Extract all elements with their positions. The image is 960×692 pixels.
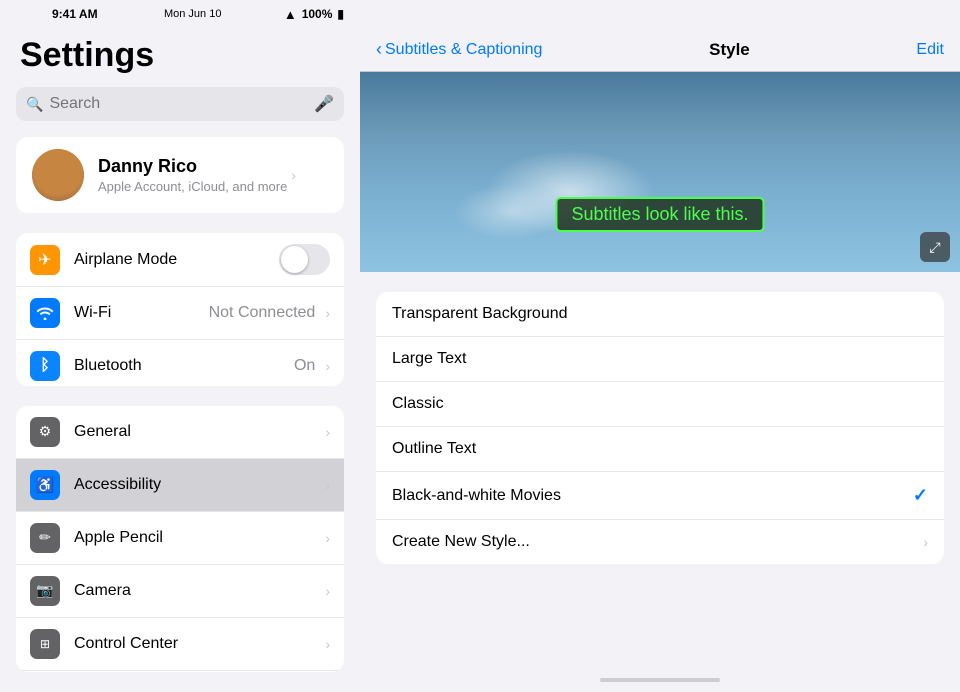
controlcenter-chevron: ›: [325, 636, 330, 652]
avatar-face: [32, 149, 84, 201]
profile-name: Danny Rico: [98, 156, 287, 177]
controlcenter-icon: ⊞: [30, 629, 60, 659]
profile-info: Danny Rico Apple Account, iCloud, and mo…: [98, 156, 287, 194]
nav-bar: ‹ Subtitles & Captioning Style Edit: [360, 28, 960, 72]
bluetooth-icon: ᛒ: [30, 351, 60, 381]
style-row-bwmovies[interactable]: Black-and-white Movies ✓: [376, 472, 944, 520]
settings-group-general: ⚙ General › ♿ Accessibility › ✏ Apple Pe…: [16, 406, 344, 672]
sidebar-item-general[interactable]: ⚙ General ›: [16, 406, 344, 459]
style-options-group: Transparent Background Large Text Classi…: [376, 292, 944, 564]
bluetooth-chevron: ›: [325, 358, 330, 374]
accessibility-icon: ♿: [30, 470, 60, 500]
battery-status: 100%: [302, 7, 333, 21]
search-input[interactable]: [49, 95, 314, 113]
settings-title: Settings: [16, 36, 344, 75]
profile-chevron: ›: [291, 167, 296, 183]
status-bar: 9:41 AM Mon Jun 10 ▲ 100% ▮: [0, 0, 360, 28]
wifi-value: Not Connected: [209, 304, 316, 322]
applepencil-label: Apple Pencil: [74, 529, 321, 547]
search-bar[interactable]: 🔍 🎤: [16, 87, 344, 121]
nav-edit-button[interactable]: Edit: [916, 41, 944, 59]
subtitle-preview: Subtitles look like this. ⤢: [360, 72, 960, 272]
accessibility-label: Accessibility: [74, 476, 321, 494]
profile-subtitle: Apple Account, iCloud, and more: [98, 179, 287, 194]
fullscreen-icon: ⤢: [929, 239, 940, 256]
general-chevron: ›: [325, 424, 330, 440]
airplane-icon: ✈: [30, 245, 60, 275]
style-outline-label: Outline Text: [392, 440, 928, 458]
sidebar: Settings 🔍 🎤 Danny Rico Apple Account, i…: [0, 28, 360, 692]
sidebar-item-bluetooth[interactable]: ᛒ Bluetooth On ›: [16, 340, 344, 386]
general-label: General: [74, 423, 321, 441]
style-list: Transparent Background Large Text Classi…: [360, 272, 960, 672]
avatar: [32, 149, 84, 201]
back-chevron-icon: ‹: [376, 39, 382, 60]
style-check-icon: ✓: [913, 485, 928, 506]
sidebar-item-display[interactable]: ☀ Display & Brightness ›: [16, 671, 344, 672]
camera-icon: 📷: [30, 576, 60, 606]
style-row-transparent[interactable]: Transparent Background: [376, 292, 944, 337]
style-transparent-label: Transparent Background: [392, 305, 928, 323]
style-row-createnew[interactable]: Create New Style... ›: [376, 520, 944, 564]
accessibility-chevron: ›: [325, 477, 330, 493]
wifi-label: Wi-Fi: [74, 304, 209, 322]
status-time: 9:41 AM: [52, 7, 98, 21]
wifi-status-icon: ▲: [284, 7, 297, 22]
style-largetext-label: Large Text: [392, 350, 928, 368]
mic-icon[interactable]: 🎤: [314, 94, 334, 114]
search-icon: 🔍: [26, 96, 43, 113]
subtitle-demo-text: Subtitles look like this.: [555, 197, 764, 232]
nav-back-button[interactable]: ‹ Subtitles & Captioning: [376, 39, 542, 60]
camera-chevron: ›: [325, 583, 330, 599]
scroll-bar: [600, 678, 720, 682]
bluetooth-value: On: [294, 357, 315, 375]
scroll-indicator: [360, 672, 960, 692]
fullscreen-button[interactable]: ⤢: [920, 232, 950, 262]
toggle-thumb: [281, 246, 308, 273]
wifi-icon: [30, 298, 60, 328]
cloud-background: [360, 72, 960, 272]
style-row-classic[interactable]: Classic: [376, 382, 944, 427]
camera-label: Camera: [74, 582, 321, 600]
sidebar-item-applepencil[interactable]: ✏ Apple Pencil ›: [16, 512, 344, 565]
style-classic-label: Classic: [392, 395, 928, 413]
sidebar-top: Settings 🔍 🎤: [0, 28, 360, 137]
profile-row[interactable]: Danny Rico Apple Account, iCloud, and mo…: [16, 137, 344, 213]
sidebar-item-wifi[interactable]: Wi-Fi Not Connected ›: [16, 287, 344, 340]
general-icon: ⚙: [30, 417, 60, 447]
style-createnew-label: Create New Style...: [392, 533, 923, 551]
applepencil-icon: ✏: [30, 523, 60, 553]
settings-group-connectivity: ✈ Airplane Mode Wi-Fi Not Connected ›: [16, 233, 344, 386]
wifi-chevron: ›: [325, 305, 330, 321]
sidebar-item-airplane[interactable]: ✈ Airplane Mode: [16, 233, 344, 287]
sidebar-item-accessibility[interactable]: ♿ Accessibility ›: [16, 459, 344, 512]
sidebar-item-camera[interactable]: 📷 Camera ›: [16, 565, 344, 618]
status-date: Mon Jun 10: [164, 8, 221, 20]
nav-back-label: Subtitles & Captioning: [385, 41, 542, 59]
sidebar-item-controlcenter[interactable]: ⊞ Control Center ›: [16, 618, 344, 671]
nav-title: Style: [709, 40, 750, 60]
bluetooth-label: Bluetooth: [74, 357, 294, 375]
main-layout: Settings 🔍 🎤 Danny Rico Apple Account, i…: [0, 28, 960, 692]
battery-icon: ▮: [337, 7, 344, 21]
controlcenter-label: Control Center: [74, 635, 321, 653]
createnew-chevron-icon: ›: [923, 534, 928, 550]
style-row-largetext[interactable]: Large Text: [376, 337, 944, 382]
airplane-toggle[interactable]: [279, 244, 330, 275]
style-bwmovies-label: Black-and-white Movies: [392, 487, 913, 505]
right-panel: ‹ Subtitles & Captioning Style Edit Subt…: [360, 28, 960, 692]
style-row-outline[interactable]: Outline Text: [376, 427, 944, 472]
applepencil-chevron: ›: [325, 530, 330, 546]
airplane-label: Airplane Mode: [74, 251, 279, 269]
